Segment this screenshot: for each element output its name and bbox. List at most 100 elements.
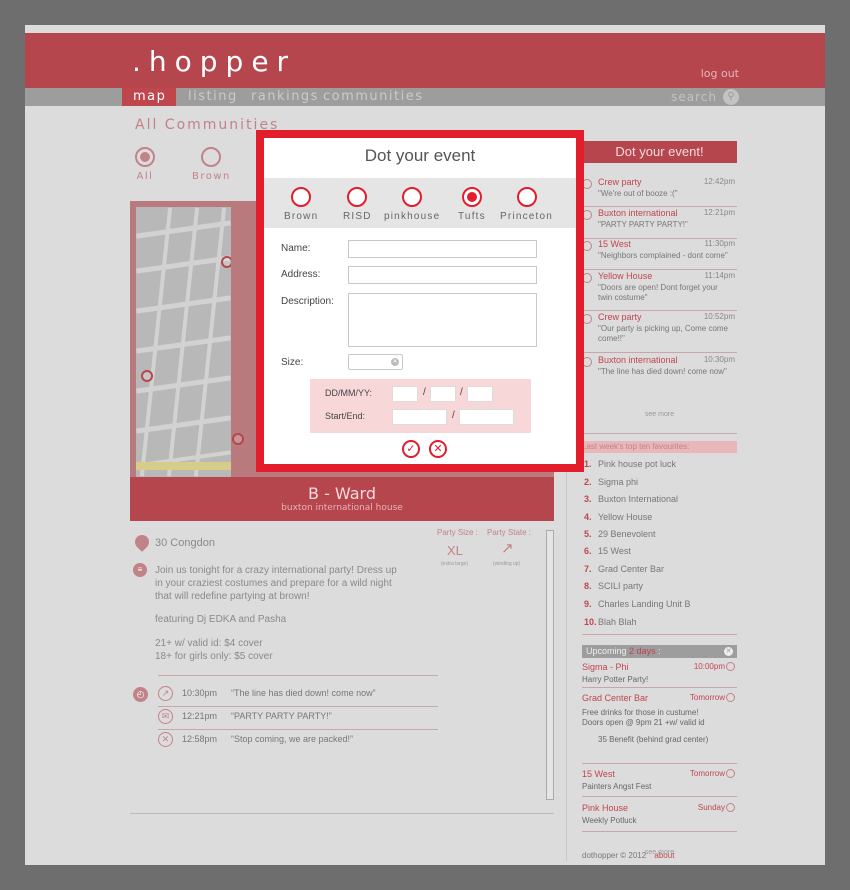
fav-item[interactable]: 1. Pink house pot luck [584,459,676,469]
community-option-tufts[interactable]: Tufts [458,187,486,222]
start-field[interactable] [392,409,447,425]
dot-event-modal: Dot your event Brown RISD pinkhouse Tuft… [256,130,584,472]
community-option-brown[interactable]: Brown [284,187,318,222]
fav-item[interactable]: 2. Sigma phi [584,477,638,487]
nav-listing[interactable]: listing [188,89,238,104]
fav-item[interactable]: 9. Charles Landing Unit B [584,599,691,609]
description-label: Description: [281,296,334,307]
date-separator: / [460,387,463,398]
event-time: 11:14pm [704,271,735,280]
fav-item[interactable]: 5. 29 Benevolent [584,529,656,539]
name-field[interactable] [348,240,537,258]
map-pin[interactable] [141,370,153,382]
filter-tab-brown[interactable]: Brown [192,147,231,182]
event-name: Yellow House [598,271,653,281]
community-option-pinkhouse[interactable]: pinkhouse [384,187,440,222]
event-message: "Our party is picking up, Come come come… [598,324,728,343]
see-more-link[interactable]: see more [582,411,737,418]
feed-message: “Stop coming, we are packed!” [231,734,354,744]
month-field[interactable] [430,386,456,402]
upcoming-address: 35 Benefit (behind grad center) [598,735,709,744]
fav-item[interactable]: 4. Yellow House [584,512,652,522]
radio-icon [291,187,312,207]
event-message: "The line has died down! come now" [598,367,727,376]
event-time: 10:52pm [703,312,735,321]
feed-row: ✕ 12:58pm “Stop coming, we are packed!” [158,731,438,753]
event-name: Crew party [598,177,642,187]
close-icon[interactable]: ✕ [724,647,733,656]
arrow-up-icon: ↗ [158,686,173,701]
confirm-icon[interactable]: ✓ [402,440,420,458]
map-pin[interactable] [221,256,231,268]
nav-rankings[interactable]: rankings [251,89,319,104]
year-field[interactable] [467,386,493,402]
upcoming-desc: Harry Potter Party! [582,675,649,684]
fav-label: Sigma phi [598,477,639,487]
event-name: Buxton international [598,355,678,365]
fav-label: Blah Blah [598,617,637,627]
clear-icon[interactable]: ✕ [391,358,399,366]
header: .hopper log out [25,33,825,88]
event-item[interactable]: Buxton international 12:21pm "PARTY PART… [582,208,737,239]
search-icon[interactable]: ⚲ [723,89,739,105]
startend-label: Start/End: [325,411,366,421]
place-address: 30 Congdon [155,537,215,549]
size-label: Size: [281,357,304,368]
feed-row: ↗ 10:30pm “The line has died down! come … [158,685,438,707]
place-name: B - Ward [308,484,376,503]
end-field[interactable] [459,409,514,425]
event-item[interactable]: Yellow House 11:14pm "Doors are open! Do… [582,271,737,311]
logout-link[interactable]: log out [701,67,739,80]
divider [582,796,737,797]
place-subtitle: buxton international house [281,503,403,513]
dismiss-icon[interactable] [726,769,735,778]
nav-map[interactable]: map [122,88,176,106]
feed-message: “PARTY PARTY PARTY!” [231,711,332,721]
upcoming-item[interactable]: Sigma - Phi 10:00pm Harry Potter Party! [582,662,737,685]
nav-communities[interactable]: communities [323,89,424,104]
community-option-princeton[interactable]: Princeton [500,187,553,222]
description-field[interactable] [348,293,537,347]
map-pin[interactable] [232,433,244,445]
community-option-risd[interactable]: RISD [343,187,372,222]
upcoming-desc: Free drinks for those in custume! Doors … [582,708,705,727]
event-item[interactable]: Crew party 10:52pm "Our party is picking… [582,312,737,353]
logo: .hopper [132,45,297,78]
day-field[interactable] [392,386,418,402]
community-label: Tufts [458,211,486,222]
feed-message: “The line has died down! come now” [231,688,376,698]
fav-item[interactable]: 3. Buxton International [584,494,678,504]
filter-tab-all[interactable]: All [135,147,155,182]
upcoming-item[interactable]: 15 West Tomorrow Painters Angst Fest [582,769,737,792]
fav-item[interactable]: 8. SCILI party [584,581,643,591]
event-item[interactable]: 15 West 11:30pm "Neighbors complained - … [582,239,737,270]
details-scrollbar[interactable] [546,530,554,800]
about-link[interactable]: about [654,851,674,860]
dismiss-icon[interactable] [726,803,735,812]
search-label[interactable]: search [671,90,717,104]
upcoming-item[interactable]: Pink House Sunday Weekly Potluck [582,803,737,826]
upcoming-item[interactable]: Grad Center Bar Tomorrow Free drinks for… [582,693,737,745]
fav-item[interactable]: 6. 15 West [584,546,631,556]
party-size-label: Party Size : [437,528,478,537]
divider [158,675,438,676]
party-state-note: (winding up) [493,561,521,567]
cancel-icon[interactable]: ✕ [429,440,447,458]
upcoming-when: Sunday [697,803,725,812]
event-item[interactable]: Crew party 12:42pm "We're out of booze :… [582,177,737,207]
address-field[interactable] [348,266,537,284]
place-details: 30 Congdon ≡ Join us tonight for a crazy… [130,525,554,825]
size-select[interactable]: ✕ [348,354,403,370]
map[interactable] [136,207,231,477]
clock-icon: ◴ [133,687,148,702]
fav-item[interactable]: 10.Blah Blah [584,617,637,627]
fav-item[interactable]: 7. Grad Center Bar [584,564,664,574]
right-panel-title[interactable]: Dot your event! [582,141,737,163]
event-item[interactable]: Buxton international 10:30pm "The line h… [582,355,737,385]
dismiss-icon[interactable] [726,693,735,702]
place-description: Join us tonight for a crazy internationa… [155,565,397,602]
dismiss-icon[interactable] [726,662,735,671]
community-selector: Brown RISD pinkhouse Tufts Princeton [264,178,576,228]
upcoming-days[interactable]: 2 days [629,646,656,656]
event-message: "Doors are open! Dont forget your twin c… [598,283,718,302]
